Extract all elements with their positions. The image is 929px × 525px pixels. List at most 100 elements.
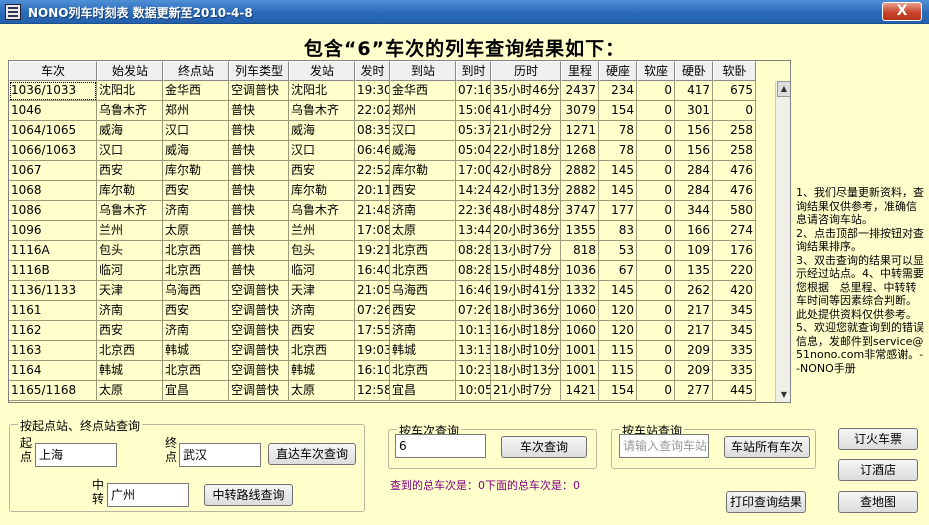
table-cell: 675 <box>713 81 756 101</box>
column-header[interactable]: 车次 <box>9 61 97 81</box>
table-cell: 120 <box>599 301 637 321</box>
table-row[interactable]: 1161 济南 西安 空调普快 济南 07:26 西安 07:26 18小时36分 1060 120… <box>9 301 775 321</box>
table-cell: 21小时2分 <box>491 121 561 141</box>
table-cell: 08:28 <box>456 241 491 261</box>
table-cell: 库尔勒 <box>163 161 229 181</box>
table-cell: 345 <box>713 321 756 341</box>
table-row[interactable]: 1164 韩城 北京西 空调普快 韩城 16:10 北京西 10:23 18小时13分 1001 1… <box>9 361 775 381</box>
table-cell: 445 <box>713 381 756 401</box>
table-cell: 1066/1063 <box>9 141 97 161</box>
app-icon <box>5 4 21 20</box>
table-cell: 金华西 <box>163 81 229 101</box>
table-cell: 335 <box>713 361 756 381</box>
table-cell: 空调普快 <box>229 341 289 361</box>
column-header[interactable]: 里程 <box>561 61 599 81</box>
vertical-scrollbar[interactable]: ▲ ▼ <box>775 81 790 402</box>
start-station-input[interactable]: 上海 <box>35 443 117 467</box>
table-cell: 临河 <box>97 261 163 281</box>
table-row[interactable]: 1096 兰州 太原 普快 兰州 17:08 太原 13:44 20小时36分 1355 83 0 16… <box>9 221 775 241</box>
table-cell: 普快 <box>229 141 289 161</box>
stop-query-button[interactable]: 车站所有车次 <box>724 436 810 458</box>
table-row[interactable]: 1046 乌鲁木齐 郑州 普快 乌鲁木齐 22:02 郑州 15:06 41小时4分 3079 15… <box>9 101 775 121</box>
transfer-station-input[interactable]: 广州 <box>107 483 189 507</box>
table-cell: 普快 <box>229 161 289 181</box>
scroll-up-icon[interactable]: ▲ <box>776 81 790 97</box>
table-cell: 0 <box>637 201 675 221</box>
direct-query-button[interactable]: 直达车次查询 <box>268 443 356 465</box>
table-cell: 0 <box>637 381 675 401</box>
table-cell: 北京西 <box>163 361 229 381</box>
table-row[interactable]: 1066/1063 汉口 威海 普快 汉口 06:46 威海 05:04 22小时18分 1268… <box>9 141 775 161</box>
column-header[interactable]: 历时 <box>491 61 561 81</box>
column-header[interactable]: 发站 <box>289 61 355 81</box>
transfer-query-button[interactable]: 中转路线查询 <box>204 484 293 506</box>
column-header[interactable]: 到时 <box>456 61 491 81</box>
table-cell: 08:28 <box>456 261 491 281</box>
book-hotel-button[interactable]: 订酒店 <box>838 459 918 481</box>
table-cell: 北京西 <box>390 241 456 261</box>
table-cell: 345 <box>713 301 756 321</box>
table-row[interactable]: 1036/1033 沈阳北 金华西 空调普快 沈阳北 19:30 金华西 07:16 35小时4… <box>9 81 775 101</box>
table-row[interactable]: 1163 北京西 韩城 空调普快 北京西 19:03 韩城 13:13 18小时10分 1001 1… <box>9 341 775 361</box>
print-button[interactable]: 打印查询结果 <box>726 491 806 513</box>
table-row[interactable]: 1165/1168 太原 宜昌 空调普快 太原 12:58 宜昌 10:05 21小时7分 142… <box>9 381 775 401</box>
table-cell: 0 <box>637 141 675 161</box>
table-cell: 宜昌 <box>163 381 229 401</box>
table-cell: 14:24 <box>456 181 491 201</box>
table-cell: 1162 <box>9 321 97 341</box>
stop-station-input[interactable]: 请输入查询车站 <box>619 434 709 458</box>
table-row[interactable]: 1067 西安 库尔勒 普快 西安 22:52 库尔勒 17:00 42小时8分 2882 145 0… <box>9 161 775 181</box>
table-cell: 166 <box>675 221 713 241</box>
table-row[interactable]: 1116B 临河 北京西 普快 临河 16:40 北京西 08:28 15小时48分 1036 67… <box>9 261 775 281</box>
table-row[interactable]: 1116A 包头 北京西 普快 包头 19:21 北京西 08:28 13小时7分 818 53 0 1… <box>9 241 775 261</box>
table-cell: 西安 <box>390 301 456 321</box>
table-cell: 1355 <box>561 221 599 241</box>
book-tickets-button[interactable]: 订火车票 <box>838 428 918 450</box>
table-cell: 234 <box>599 81 637 101</box>
table-cell: 0 <box>637 241 675 261</box>
table-cell: 济南 <box>390 321 456 341</box>
table-row[interactable]: 1068 库尔勒 西安 普快 库尔勒 20:11 西安 14:24 42小时13分 2882 145… <box>9 181 775 201</box>
table-cell: 07:16 <box>456 81 491 101</box>
table-cell: 20:11 <box>355 181 390 201</box>
column-header[interactable]: 始发站 <box>97 61 163 81</box>
table-cell: 19:03 <box>355 341 390 361</box>
map-button[interactable]: 查地图 <box>838 491 918 513</box>
table-cell: 42小时13分 <box>491 181 561 201</box>
column-header[interactable]: 到站 <box>390 61 456 81</box>
end-station-input[interactable]: 武汉 <box>179 443 261 467</box>
table-cell: 1068 <box>9 181 97 201</box>
table-cell: 258 <box>713 121 756 141</box>
table-cell: 乌鲁木齐 <box>289 201 355 221</box>
results-table[interactable]: 车次 始发站 终点站 列车类型 发站 发时 到站 到时 历时 里程 硬座 软座 硬卧 软卧 1036/10… <box>8 60 791 403</box>
table-cell: 17:08 <box>355 221 390 241</box>
table-cell: 1271 <box>561 121 599 141</box>
column-header[interactable]: 硬卧 <box>675 61 713 81</box>
close-button[interactable]: X <box>882 2 922 21</box>
table-row[interactable]: 1162 西安 济南 空调普快 西安 17:55 济南 10:13 16小时18分 1060 120… <box>9 321 775 341</box>
table-cell: 78 <box>599 121 637 141</box>
column-header[interactable]: 列车类型 <box>229 61 289 81</box>
table-cell: 汉口 <box>390 121 456 141</box>
table-cell: 库尔勒 <box>289 181 355 201</box>
table-cell: 临河 <box>289 261 355 281</box>
table-row[interactable]: 1086 乌鲁木齐 济南 普快 乌鲁木齐 21:48 济南 22:36 48小时48分 3747 1… <box>9 201 775 221</box>
table-cell: 沈阳北 <box>97 81 163 101</box>
table-cell: 284 <box>675 161 713 181</box>
table-cell: 1164 <box>9 361 97 381</box>
column-header[interactable]: 硬座 <box>599 61 637 81</box>
table-cell: 22小时18分 <box>491 141 561 161</box>
table-row[interactable]: 1064/1065 威海 汉口 普快 威海 08:35 汉口 05:37 21小时2分 1271 7… <box>9 121 775 141</box>
table-row[interactable]: 1136/1133 天津 乌海西 空调普快 天津 21:05 乌海西 16:46 19小时41分… <box>9 281 775 301</box>
column-header[interactable]: 软卧 <box>713 61 756 81</box>
table-header: 车次 始发站 终点站 列车类型 发站 发时 到站 到时 历时 里程 硬座 软座 硬卧 软卧 <box>9 61 775 81</box>
train-query-button[interactable]: 车次查询 <box>501 436 587 458</box>
scroll-down-icon[interactable]: ▼ <box>776 387 790 402</box>
column-header[interactable]: 发时 <box>355 61 390 81</box>
column-header[interactable]: 软座 <box>637 61 675 81</box>
table-cell: 汉口 <box>163 121 229 141</box>
table-cell: 兰州 <box>289 221 355 241</box>
column-header[interactable]: 终点站 <box>163 61 229 81</box>
train-number-input[interactable]: 6 <box>395 434 486 458</box>
table-cell: 3747 <box>561 201 599 221</box>
